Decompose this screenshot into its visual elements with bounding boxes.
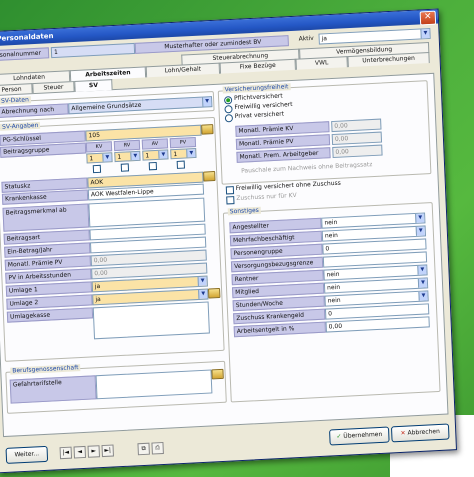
- check-zuschuss-kv[interactable]: [226, 196, 235, 205]
- folder-icon[interactable]: [208, 287, 221, 299]
- chevron-down-icon[interactable]: ▼: [420, 28, 430, 39]
- folder-icon[interactable]: [203, 171, 216, 182]
- abbrechen-button[interactable]: ✕ Abbrechen: [390, 423, 450, 443]
- berufsgenossenschaft-title: Berufsgenossenschaft: [10, 364, 81, 375]
- chevron-down-icon[interactable]: ▼: [415, 226, 425, 236]
- umlage2-value: ja: [95, 295, 101, 304]
- beitrag-col-rv: RV: [113, 139, 141, 152]
- beitrag-av-value: 1: [145, 152, 150, 160]
- prev-record-button[interactable]: ◄: [73, 445, 87, 459]
- check-zuschuss-kv-label: Zuschuss nur für KV: [236, 191, 297, 202]
- abbrechen-label: Abbrechen: [407, 427, 441, 437]
- beitrag-rv-checkbox[interactable]: [120, 163, 130, 172]
- chevron-down-icon[interactable]: ▼: [130, 151, 140, 161]
- beitrag-col-kv: KV: [85, 141, 113, 153]
- weiter-button[interactable]: Weiter...: [5, 445, 49, 464]
- folder-icon[interactable]: [211, 368, 224, 380]
- beitrag-col-av: AV: [141, 138, 169, 150]
- tab-vwl[interactable]: VWL: [295, 56, 348, 70]
- copy-icon[interactable]: ⧉: [137, 442, 150, 456]
- aktiv-value: ja: [321, 35, 328, 43]
- chevron-down-icon[interactable]: ▼: [418, 291, 428, 301]
- beitrag-kv-value: 1: [89, 155, 94, 163]
- print-icon[interactable]: ⎙: [151, 441, 164, 455]
- umlage1-value: ja: [94, 282, 101, 291]
- personalnummer-input[interactable]: 1: [50, 42, 136, 59]
- beitrag-pv-select[interactable]: 1 ▼: [170, 147, 197, 160]
- personaldaten-window: Personaldaten ✕ Personalnummer 1 Musterh…: [0, 8, 458, 474]
- beitrag-av-select[interactable]: 1 ▼: [142, 149, 169, 161]
- beitrag-pv-checkbox[interactable]: [176, 160, 185, 169]
- sv-daten-title: SV-Daten: [0, 96, 31, 105]
- chevron-down-icon[interactable]: ▼: [102, 153, 112, 162]
- window-title: Personaldaten: [0, 32, 54, 43]
- tab-sv[interactable]: SV: [74, 79, 113, 93]
- cancel-x-icon: ✕: [400, 429, 406, 437]
- chevron-down-icon[interactable]: ▼: [417, 278, 428, 288]
- chevron-down-icon[interactable]: ▼: [202, 97, 212, 107]
- gefahrtarif-label: Gefahrtarifstelle: [9, 375, 97, 404]
- beitrag-rv-select[interactable]: 1 ▼: [114, 150, 141, 163]
- chevron-down-icon[interactable]: ▼: [186, 148, 196, 158]
- check-icon: ✓: [336, 432, 342, 441]
- uebernehmen-button[interactable]: ✓ Übernehmen: [329, 426, 390, 446]
- personalnummer-label: Personalnummer: [0, 47, 50, 62]
- mitglied-value: nein: [326, 283, 341, 292]
- check-freiwillig-ohne-zuschuss[interactable]: [225, 186, 235, 195]
- beitrag-col-pv: PV: [169, 136, 197, 149]
- chevron-down-icon[interactable]: ▼: [417, 265, 427, 275]
- beitrag-kv-select[interactable]: 1 ▼: [86, 152, 113, 164]
- uebernehmen-label: Übernehmen: [343, 430, 383, 440]
- tab-lohn-gehalt[interactable]: Lohn/Gehalt: [145, 62, 221, 78]
- window-container: Personaldaten ✕ Personalnummer 1 Musterh…: [0, 8, 458, 474]
- beitrag-pv-value: 1: [173, 150, 178, 159]
- beitrag-kv-checkbox[interactable]: [92, 164, 102, 174]
- chevron-down-icon[interactable]: ▼: [158, 150, 168, 159]
- chevron-down-icon[interactable]: ▼: [415, 213, 425, 223]
- folder-icon[interactable]: [201, 124, 214, 135]
- chevron-down-icon[interactable]: ▼: [197, 276, 207, 287]
- last-record-button[interactable]: ►|: [101, 444, 114, 458]
- angestellter-value: nein: [324, 218, 338, 227]
- sv-angaben-title: SV-Angaben: [0, 121, 41, 131]
- first-record-button[interactable]: |◄: [59, 446, 73, 460]
- rentner-value: nein: [326, 270, 340, 279]
- chevron-down-icon[interactable]: ▼: [198, 289, 208, 300]
- sonstiges-title: Sonstiges: [227, 206, 262, 216]
- mehrfach-value: nein: [324, 231, 339, 240]
- umlagekasse-input[interactable]: [92, 301, 210, 340]
- close-icon[interactable]: ✕: [419, 10, 437, 26]
- aktiv-label: Aktiv: [298, 34, 314, 43]
- beitragsmerkmal-label: Beitragsmerkmal ab: [2, 203, 90, 232]
- abrechnung-value: Allgemeine Grundsätze: [71, 101, 142, 113]
- beitrag-av-checkbox[interactable]: [148, 161, 158, 171]
- tab-panel-sv: SV-Daten Abrechnung nach Allgemeine Grun…: [0, 72, 449, 438]
- stunden-woche-value: nein: [327, 296, 341, 305]
- next-record-button[interactable]: ►: [87, 445, 100, 458]
- beitrag-rv-value: 1: [117, 153, 122, 161]
